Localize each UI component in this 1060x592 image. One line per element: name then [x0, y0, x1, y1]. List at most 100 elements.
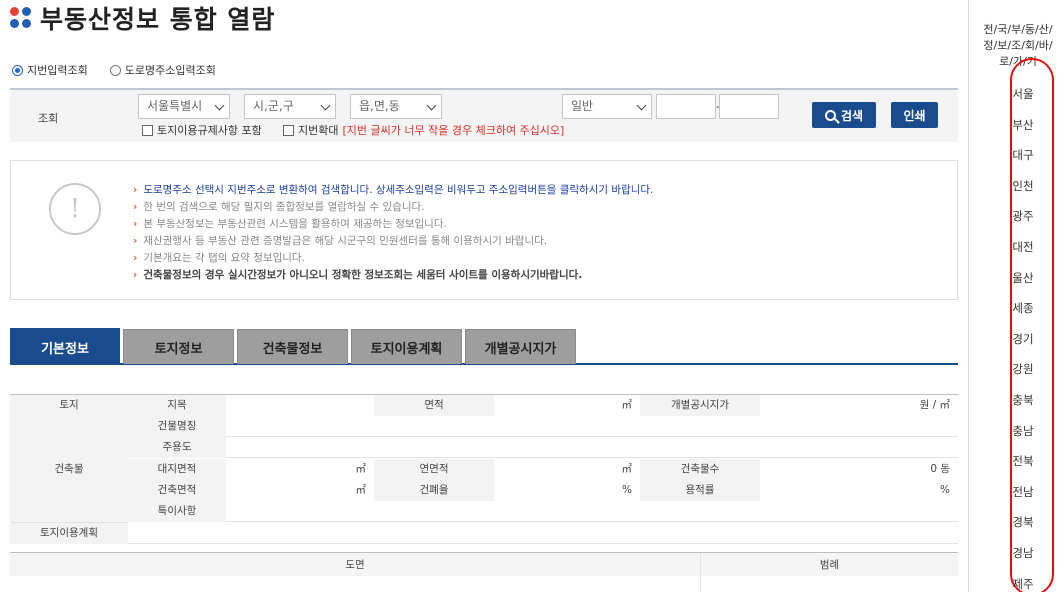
- notice-box: ! 도로명주소 선택시 지번주소로 변환하여 검색합니다. 상세주소입력은 비워…: [10, 160, 958, 300]
- region-link-jeju[interactable]: 제주: [1003, 576, 1043, 592]
- eupmyeondong-value: 읍,면,동: [359, 99, 400, 113]
- region-link-busan[interactable]: 부산: [1003, 117, 1043, 133]
- map-divider: [700, 576, 701, 592]
- region-link-chungbuk[interactable]: 충북: [1003, 392, 1043, 408]
- jimok-header: 지목: [128, 395, 226, 416]
- land-type-select[interactable]: 일반: [562, 94, 652, 119]
- sido-select[interactable]: 서울특별시: [138, 94, 230, 119]
- page-title: 부동산정보 통합 열람: [40, 5, 276, 34]
- info-tabs: 기본정보 토지정보 건축물정보 토지이용계획 개별공시지가: [10, 328, 958, 365]
- checkbox-icon[interactable]: [283, 124, 294, 136]
- basic-info-table: 토지 지목 면적 ㎡ 개별공시지가 원 / ㎡ 건축물 건물명칭 주용도 대지면…: [10, 394, 958, 544]
- table-row: 토지 지목 면적 ㎡ 개별공시지가 원 / ㎡: [10, 395, 958, 416]
- coverage-value: %: [494, 480, 640, 501]
- table-row: 특이사항: [128, 501, 958, 522]
- region-link-gwangju[interactable]: 광주: [1003, 208, 1043, 224]
- search-panel: 조회 서울특별시 시,군,구 읍,면,동 일반 - 토지이용규제사항 포함 지번…: [10, 88, 958, 142]
- region-link-daejeon[interactable]: 대전: [1003, 239, 1043, 255]
- radio-road-address-label[interactable]: 도로명주소입력조회: [125, 62, 216, 78]
- radio-selected-icon[interactable]: [12, 64, 23, 76]
- print-button-label: 인쇄: [903, 108, 926, 123]
- enlarge-label[interactable]: 지번확대: [298, 122, 338, 138]
- logo-icon: [10, 7, 32, 29]
- usage-header: 주용도: [128, 437, 226, 458]
- region-link-daegu[interactable]: 대구: [1003, 147, 1043, 163]
- region-link-jeonnam[interactable]: 전남: [1003, 484, 1043, 500]
- chevron-down-icon: [636, 100, 647, 111]
- price-header: 개별공시지가: [640, 395, 760, 416]
- map-header: 도면 범례: [10, 552, 958, 577]
- table-row: 건축면적 ㎡ 건폐율 % 용적률 %: [128, 480, 958, 501]
- region-link-gyeongnam[interactable]: 경남: [1003, 545, 1043, 561]
- tab-basic-info[interactable]: 기본정보: [10, 328, 120, 365]
- table-row: 주용도: [128, 437, 958, 458]
- chevron-down-icon: [320, 100, 331, 111]
- legend-header: 범례: [700, 553, 958, 577]
- enlarge-note: [지번 글씨가 너무 작을 경우 체크하여 주십시오]: [342, 124, 565, 137]
- sido-value: 서울특별시: [147, 99, 203, 113]
- highlight-oval: [1010, 58, 1054, 592]
- search-button[interactable]: 검색: [812, 102, 876, 128]
- radio-unselected-icon[interactable]: [109, 64, 121, 76]
- region-link-gyeongbuk[interactable]: 경북: [1003, 514, 1043, 530]
- building-area-header: 건축면적: [128, 480, 226, 501]
- radio-jibun[interactable]: 지번입력조회: [12, 62, 88, 78]
- checkbox-icon[interactable]: [142, 124, 153, 136]
- chevron-down-icon: [214, 100, 225, 111]
- chevron-down-icon: [426, 100, 437, 111]
- notice-item: 한 번의 검색으로 해당 필지의 종합정보를 열람하실 수 있습니다.: [133, 199, 653, 216]
- land-reg-checkbox[interactable]: 토지이용규제사항 포함: [142, 122, 262, 138]
- alert-icon: !: [49, 183, 101, 235]
- area-value: ㎡: [494, 395, 640, 416]
- region-link-sejong[interactable]: 세종: [1003, 300, 1043, 316]
- land-reg-label[interactable]: 토지이용규제사항 포함: [157, 122, 262, 138]
- sigungu-value: 시,군,구: [253, 99, 294, 113]
- region-link-incheon[interactable]: 인천: [1003, 178, 1043, 194]
- land-plan-header: 토지이용계획: [10, 523, 128, 544]
- region-link-seoul[interactable]: 서울: [1003, 86, 1043, 102]
- print-button[interactable]: 인쇄: [891, 102, 938, 128]
- special-header: 특이사항: [128, 501, 226, 522]
- region-link-gangwon[interactable]: 강원: [1003, 361, 1043, 377]
- radio-road-address[interactable]: 도로명주소입력조회: [109, 62, 216, 78]
- region-link-gyeonggi[interactable]: 경기: [1003, 331, 1043, 347]
- search-mode-group: 지번입력조회 도로명주소입력조회: [12, 62, 216, 78]
- radio-jibun-label[interactable]: 지번입력조회: [27, 62, 88, 78]
- bonbun-input[interactable]: [656, 94, 716, 119]
- table-row: 토지이용계획: [10, 523, 958, 544]
- region-link-ulsan[interactable]: 울산: [1003, 270, 1043, 286]
- tab-building-info[interactable]: 건축물정보: [237, 329, 348, 364]
- eupmyeondong-select[interactable]: 읍,면,동: [350, 94, 442, 119]
- site-area-header: 대지면적: [128, 459, 226, 480]
- building-area-value: ㎡: [226, 480, 374, 501]
- table-row: 대지면적 ㎡ 연면적 ㎡ 건축물수 0 동: [128, 459, 958, 480]
- site-area-value: ㎡: [226, 459, 374, 480]
- tab-land-info[interactable]: 토지정보: [123, 329, 234, 364]
- page-header: 부동산정보 통합 열람: [10, 2, 275, 34]
- total-floor-value: ㎡: [494, 459, 640, 480]
- bubun-input[interactable]: [719, 94, 779, 119]
- region-link-jeonbuk[interactable]: 전북: [1003, 453, 1043, 469]
- building-count-value: 0 동: [760, 459, 958, 480]
- coverage-header: 건폐율: [374, 480, 494, 501]
- map-area: [10, 576, 958, 592]
- jimok-value: [226, 395, 374, 416]
- enlarge-checkbox[interactable]: 지번확대 [지번 글씨가 너무 작을 경우 체크하여 주십시오]: [283, 122, 564, 138]
- floor-ratio-header: 용적률: [640, 480, 760, 501]
- notice-item: 본 부동산정보는 부동산관련 시스템을 활용하여 제공하는 정보입니다.: [133, 216, 653, 233]
- building-header: 건축물: [10, 416, 128, 523]
- table-row: 건물명칭: [128, 416, 958, 437]
- building-count-header: 건축물수: [640, 459, 760, 480]
- search-button-label: 검색: [840, 108, 864, 123]
- land-type-value: 일반: [571, 99, 594, 113]
- total-floor-header: 연면적: [374, 459, 494, 480]
- notice-item: 기본개요는 각 탭의 요약 정보입니다.: [133, 250, 653, 267]
- search-label: 조회: [38, 112, 59, 125]
- region-link-chungnam[interactable]: 충남: [1003, 423, 1043, 439]
- tab-official-land-price[interactable]: 개별공시지가: [465, 329, 576, 364]
- notice-item: 도로명주소 선택시 지번주소로 변환하여 검색합니다. 상세주소입력은 비워두고…: [133, 182, 653, 199]
- price-value: 원 / ㎡: [760, 395, 958, 416]
- sigungu-select[interactable]: 시,군,구: [244, 94, 336, 119]
- tab-land-use-plan[interactable]: 토지이용계획: [351, 329, 462, 364]
- drawing-header: 도면: [345, 559, 365, 571]
